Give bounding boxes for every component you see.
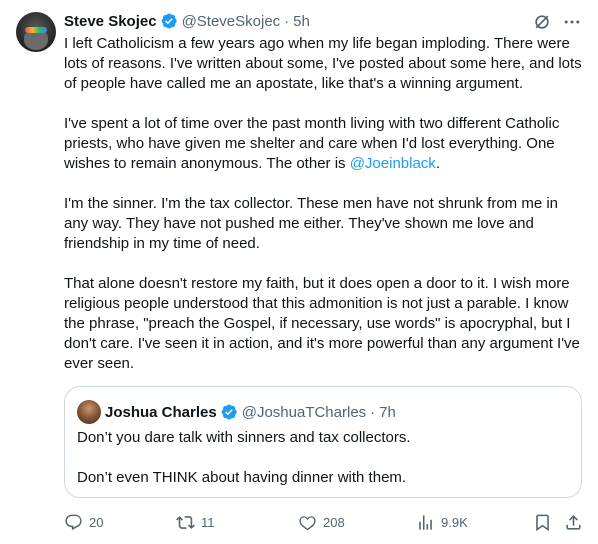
repost-icon xyxy=(176,515,195,529)
reply-icon xyxy=(65,514,82,530)
repost-button[interactable]: 11 xyxy=(176,510,215,534)
repost-count: 11 xyxy=(201,514,215,530)
avatar-glasses xyxy=(25,27,47,33)
like-icon xyxy=(299,515,316,530)
mention-link[interactable]: @Joeinblack xyxy=(350,155,436,172)
paragraph-2-end: . xyxy=(435,155,440,172)
like-count: 208 xyxy=(323,514,345,530)
more-icon[interactable] xyxy=(562,12,582,32)
tweet-text: I left Catholicism a few years ago when … xyxy=(64,34,584,374)
quote-line-1: Don’t you dare talk with sinners and tax… xyxy=(77,429,411,446)
separator-dot: · xyxy=(370,403,376,421)
views-icon xyxy=(419,514,432,530)
paragraph-3: I'm the sinner. I'm the tax collector. T… xyxy=(64,195,559,252)
post-time[interactable]: 5h xyxy=(293,13,310,30)
like-button[interactable]: 208 xyxy=(298,510,345,534)
grok-icon[interactable] xyxy=(532,12,552,32)
quote-time: 7h xyxy=(379,403,396,421)
bookmark-icon xyxy=(536,514,549,531)
tweet[interactable]: Steve Skojec @SteveSkojec · 5h I left Ca… xyxy=(0,0,598,544)
paragraph-2-text: I've spent a lot of time over the past m… xyxy=(64,115,560,172)
views-button[interactable]: 9.9K xyxy=(416,510,468,534)
verified-icon xyxy=(161,13,177,29)
quote-author-handle: @JoshuaTCharles xyxy=(241,403,367,421)
author-handle[interactable]: @SteveSkojec xyxy=(182,13,281,30)
share-button[interactable] xyxy=(564,510,583,534)
bookmark-button[interactable] xyxy=(533,510,552,534)
action-bar: 20 11 208 9.9K xyxy=(64,510,584,534)
quoted-tweet[interactable]: Joshua Charles @JoshuaTCharles · 7h Don’… xyxy=(64,386,582,498)
avatar[interactable] xyxy=(16,12,56,52)
reply-count: 20 xyxy=(89,514,104,530)
paragraph-4: That alone doesn't restore my faith, but… xyxy=(64,275,580,372)
quote-avatar xyxy=(77,400,101,424)
paragraph-2: I've spent a lot of time over the past m… xyxy=(64,114,584,174)
share-icon xyxy=(566,514,581,530)
avatar-beard xyxy=(24,30,48,50)
header-icons xyxy=(532,12,582,32)
verified-icon xyxy=(221,404,237,420)
author-name[interactable]: Steve Skojec xyxy=(64,13,157,30)
quote-line-2: Don’t even THINK about having dinner wit… xyxy=(77,469,407,486)
tweet-header: Steve Skojec @SteveSkojec · 5h xyxy=(64,11,310,31)
views-count: 9.9K xyxy=(441,514,468,530)
quote-text: Don’t you dare talk with sinners and tax… xyxy=(77,428,567,488)
quote-header: Joshua Charles @JoshuaTCharles · 7h xyxy=(77,400,396,424)
paragraph-1: I left Catholicism a few years ago when … xyxy=(64,35,582,92)
separator-dot: · xyxy=(284,12,290,30)
reply-button[interactable]: 20 xyxy=(64,510,103,534)
quote-author-name: Joshua Charles xyxy=(105,403,217,421)
